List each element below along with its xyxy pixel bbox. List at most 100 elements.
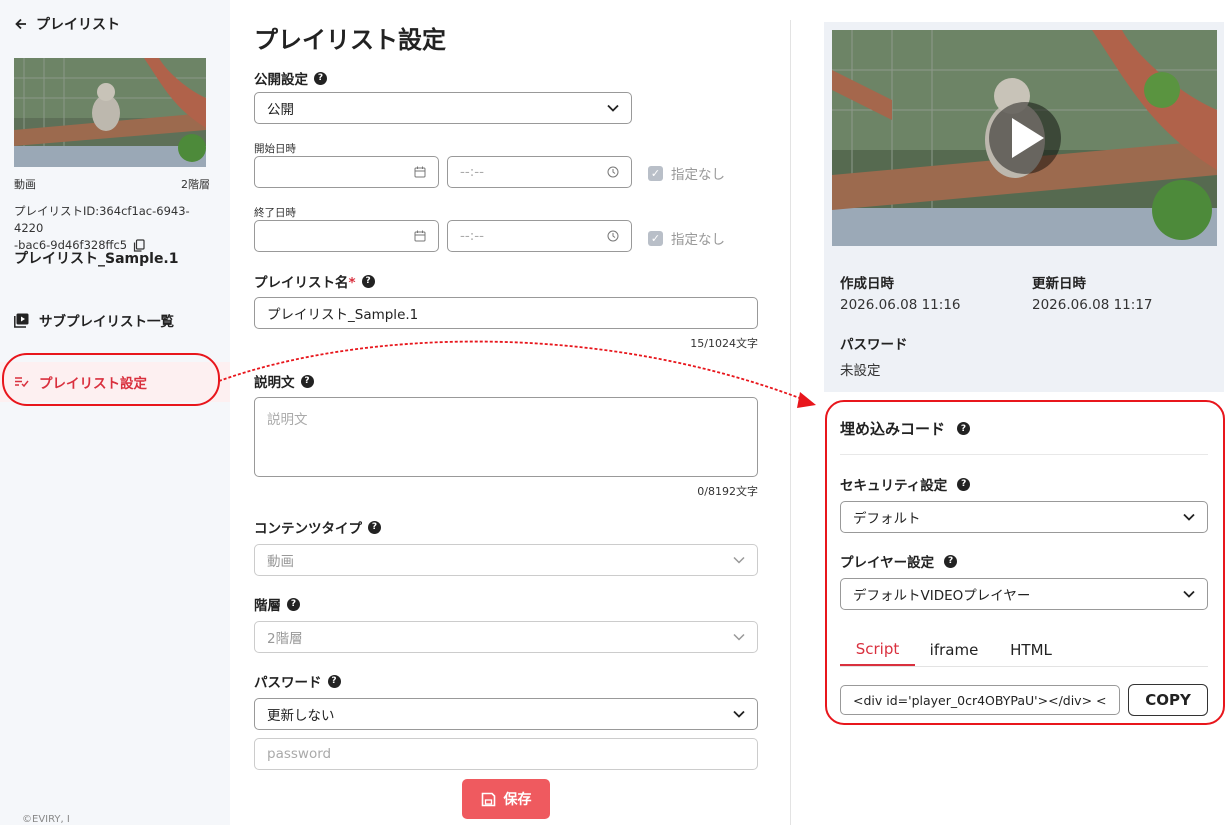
chevron-down-icon — [607, 104, 619, 112]
password-mode-value: 更新しない — [267, 708, 335, 724]
help-icon[interactable]: ? — [287, 597, 300, 611]
hierarchy-text: 2階層 — [181, 178, 210, 191]
help-icon[interactable]: ? — [314, 71, 327, 85]
video-preview[interactable] — [832, 30, 1217, 246]
tab-script[interactable]: Script — [840, 634, 915, 666]
end-date-input[interactable] — [254, 220, 439, 252]
created-label: 作成日時 — [840, 276, 894, 292]
updated-label: 更新日時 — [1032, 276, 1086, 292]
content-type-select: 動画 — [254, 544, 758, 576]
sidebar: プレイリスト 動画 2階層 プレイリストID:364cf1ac-6943-422… — [0, 0, 230, 825]
help-icon[interactable]: ? — [957, 477, 971, 491]
visibility-label-text: 公開設定 — [254, 72, 308, 88]
security-select[interactable]: デフォルト — [840, 501, 1208, 533]
password-label: パスワード ? — [254, 671, 341, 691]
playlist-name-value: プレイリスト_Sample.1 — [267, 307, 419, 323]
embed-code-input[interactable]: <div id='player_0cr4OBYPaU'></div> < — [840, 685, 1120, 715]
chevron-down-icon — [733, 710, 745, 718]
back-link-label: プレイリスト — [36, 17, 120, 33]
required-mark: * — [348, 275, 356, 291]
password-placeholder: password — [267, 746, 332, 762]
hierarchy-label-text: 階層 — [254, 598, 281, 614]
sidebar-item-sub-playlists[interactable]: サブプレイリスト一覧 — [0, 300, 230, 340]
clock-icon[interactable] — [607, 230, 619, 242]
password-mode-select[interactable]: 更新しない — [254, 698, 758, 730]
back-link[interactable]: プレイリスト — [14, 14, 120, 34]
hierarchy-select-value: 2階層 — [267, 631, 303, 647]
copy-button[interactable]: COPY — [1128, 684, 1208, 716]
tab-iframe[interactable]: iframe — [919, 634, 989, 666]
save-button[interactable]: 保存 — [462, 779, 550, 819]
annotation-arrowhead — [797, 392, 816, 408]
page-title: プレイリスト設定 — [254, 26, 446, 54]
checkbox-checked-icon: ✓ — [648, 165, 663, 181]
description-char-counter: 0/8192文字 — [697, 485, 758, 498]
updated-value: 2026.06.08 11:17 — [1032, 297, 1153, 313]
help-icon[interactable]: ? — [361, 274, 375, 288]
content-type-text: 動画 — [14, 178, 36, 191]
calendar-icon[interactable] — [414, 166, 426, 178]
security-label-text: セキュリティ設定 — [840, 478, 948, 494]
description-placeholder: 説明文 — [267, 412, 308, 428]
info-password-value: 未設定 — [840, 363, 881, 379]
tabs-underline — [840, 666, 1208, 667]
description-textarea[interactable]: 説明文 — [254, 397, 758, 477]
sidebar-item-playlist-settings[interactable]: プレイリスト設定 — [0, 362, 230, 402]
security-label: セキュリティ設定 ? — [840, 474, 971, 494]
playlist-name-label: プレイリスト名* ? — [254, 271, 375, 291]
help-icon[interactable]: ? — [944, 554, 958, 568]
help-icon[interactable]: ? — [300, 374, 314, 388]
playlist-name-input[interactable]: プレイリスト_Sample.1 — [254, 297, 758, 329]
player-select-value: デフォルトVIDEOプレイヤー — [853, 588, 1031, 604]
embed-title: 埋め込みコード ? — [840, 418, 971, 439]
visibility-select[interactable]: 公開 — [254, 92, 632, 124]
playlist-meta: 動画 2階層 — [14, 176, 210, 192]
start-time-placeholder: --:-- — [460, 164, 485, 180]
sidebar-item-label: プレイリスト設定 — [39, 376, 147, 392]
start-unset-checkbox[interactable]: ✓ 指定なし — [648, 163, 725, 183]
name-char-counter: 15/1024文字 — [690, 337, 758, 350]
save-button-label: 保存 — [503, 792, 532, 808]
player-select[interactable]: デフォルトVIDEOプレイヤー — [840, 578, 1208, 610]
created-value: 2026.06.08 11:16 — [840, 297, 961, 313]
content-type-label: コンテンツタイプ ? — [254, 517, 381, 537]
embed-divider — [840, 454, 1208, 455]
chevron-down-icon — [1183, 513, 1195, 521]
password-label-text: パスワード — [254, 675, 322, 691]
list-check-icon — [15, 377, 29, 388]
checkbox-checked-icon: ✓ — [648, 230, 663, 246]
password-input[interactable]: password — [254, 738, 758, 770]
visibility-select-value: 公開 — [267, 102, 294, 118]
player-label-text: プレイヤー設定 — [840, 555, 935, 571]
floppy-disk-icon — [481, 792, 495, 806]
start-unset-label: 指定なし — [671, 167, 725, 183]
sidebar-playlist-name: プレイリスト_Sample.1 — [14, 251, 179, 267]
description-label-text: 説明文 — [254, 375, 295, 391]
help-icon[interactable]: ? — [368, 520, 381, 534]
chevron-down-icon — [733, 633, 745, 641]
tab-html[interactable]: HTML — [995, 634, 1067, 666]
content-type-label-text: コンテンツタイプ — [254, 521, 362, 537]
hierarchy-label: 階層 ? — [254, 594, 300, 614]
playlist-thumbnail — [14, 58, 206, 167]
start-date-input[interactable] — [254, 156, 439, 188]
playlist-id: プレイリストID:364cf1ac-6943-4220 -bac6-9d46f3… — [14, 203, 214, 254]
content-type-select-value: 動画 — [267, 554, 294, 570]
end-time-input[interactable]: --:-- — [447, 220, 632, 252]
calendar-icon[interactable] — [414, 230, 426, 242]
embed-title-text: 埋め込みコード — [840, 420, 946, 438]
visibility-label: 公開設定 ? — [254, 68, 327, 88]
description-label: 説明文 ? — [254, 371, 314, 391]
start-time-input[interactable]: --:-- — [447, 156, 632, 188]
clock-icon[interactable] — [607, 166, 619, 178]
end-datetime-label: 終了日時 — [254, 207, 296, 219]
embed-code-value: <div id='player_0cr4OBYPaU'></div> < — [853, 692, 1107, 708]
copyright-text: ©EVIRY, I — [22, 814, 70, 825]
player-label: プレイヤー設定 ? — [840, 551, 958, 571]
end-unset-checkbox[interactable]: ✓ 指定なし — [648, 228, 725, 248]
help-icon[interactable]: ? — [957, 422, 971, 435]
sidebar-item-label: サブプレイリスト一覧 — [39, 314, 174, 330]
end-time-placeholder: --:-- — [460, 228, 485, 244]
column-divider — [790, 20, 791, 825]
help-icon[interactable]: ? — [327, 674, 341, 688]
